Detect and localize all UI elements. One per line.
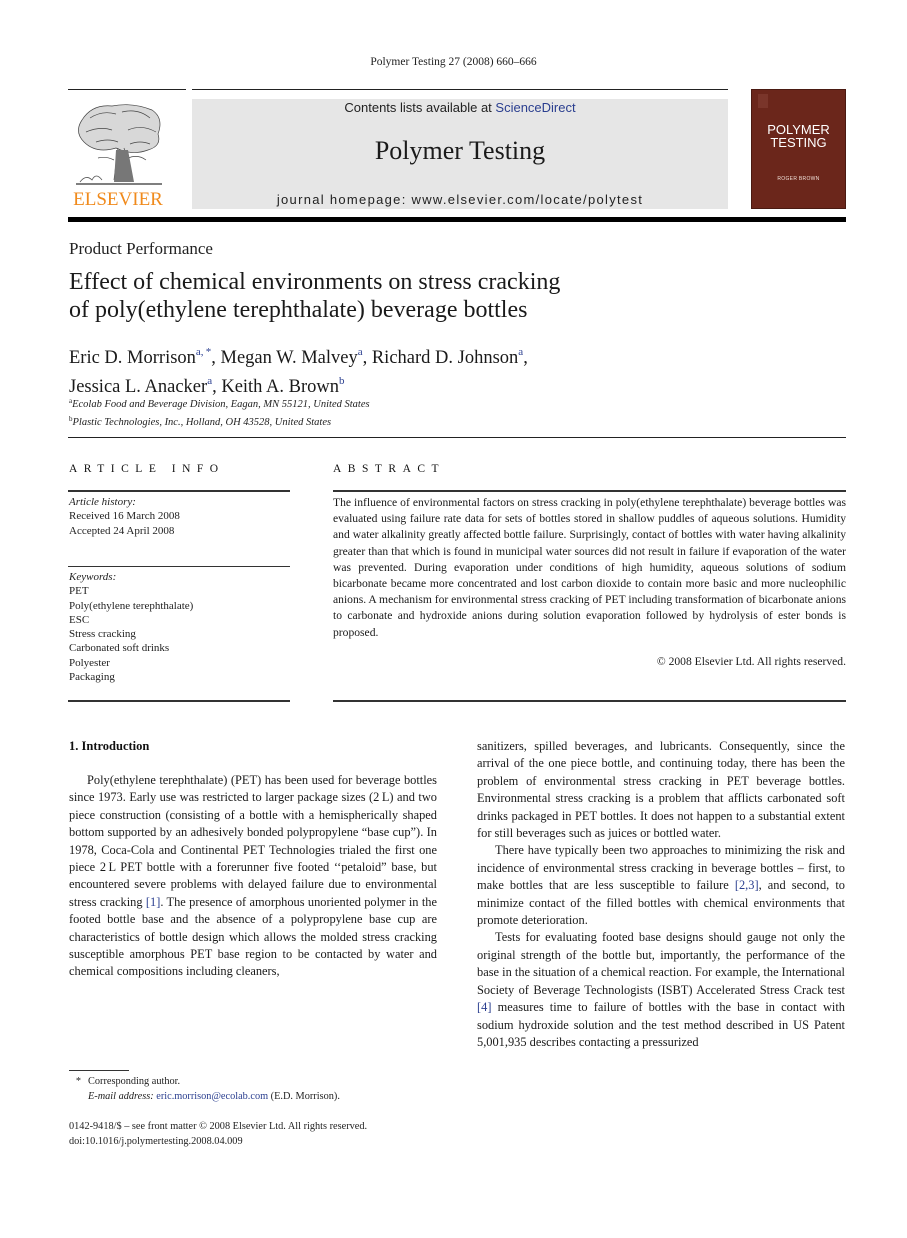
affiliations: aEcolab Food and Beverage Division, Eaga… [69, 394, 769, 430]
email-link[interactable]: eric.morrison@ecolab.com [156, 1091, 268, 1102]
doi-link[interactable]: doi:10.1016/j.polymertesting.2008.04.009 [69, 1134, 489, 1149]
contents-prefix: Contents lists available at [344, 100, 496, 115]
author-name[interactable]: Eric D. Morrison [69, 348, 196, 368]
publisher-name: ELSEVIER [73, 189, 163, 210]
author-sep: , [211, 348, 221, 368]
author-affil-mark[interactable]: a, * [196, 346, 211, 358]
affiliation-text: Plastic Technologies, Inc., Holland, OH … [72, 417, 332, 428]
issn-doi-block: 0142-9418/$ – see front matter © 2008 El… [69, 1119, 489, 1149]
paragraph-text: mea­sures time to failure of bottles wit… [477, 1000, 845, 1049]
sciencedirect-link[interactable]: ScienceDirect [495, 100, 575, 115]
elsevier-logo[interactable]: ELSEVIER [68, 97, 168, 212]
citation-link[interactable]: [4] [477, 1000, 491, 1014]
elsevier-tree-icon [76, 104, 162, 185]
cover-title-line2: TESTING [770, 135, 827, 150]
header-thick-rule [68, 217, 846, 222]
divider [333, 700, 846, 702]
author-sep: , [362, 348, 372, 368]
journal-citation: Polymer Testing 27 (2008) 660–666 [370, 56, 537, 68]
author-sep: , [523, 348, 528, 368]
email-label: E-mail address: [88, 1091, 154, 1102]
keywords-block: Keywords: PET Poly(ethylene terephthalate… [69, 570, 289, 684]
article-title-line1: Effect of chemical environments on stres… [69, 269, 561, 295]
header-rule [192, 89, 728, 90]
keyword-item: Packaging [69, 671, 115, 684]
divider [68, 437, 846, 438]
journal-cover-thumbnail[interactable]: POLYMER TESTING ROGER BROWN [751, 89, 846, 209]
body-paragraph: sanitizers, spilled beverages, and lubri… [477, 739, 845, 841]
article-info-heading: ARTICLE INFO [69, 463, 225, 475]
body-column-left: Poly(ethylene terephthalate) (PET) has b… [69, 772, 437, 981]
keywords-list: PET Poly(ethylene terephthalate) ESC Stress… [69, 584, 289, 684]
email-suffix: (E.D. Morrison). [268, 1091, 340, 1102]
body-paragraph: There have typically been two approaches… [477, 842, 845, 929]
body-paragraph: Poly(ethylene terephthalate) (PET) has b… [69, 772, 437, 981]
keyword-item: PET [69, 585, 89, 598]
article-history: Article history: Received 16 March 2008 … [69, 495, 289, 538]
accepted-date: Accepted 24 April 2008 [69, 524, 175, 537]
footnote-text: Corresponding author. [88, 1076, 181, 1087]
paragraph-text: Tests for evaluating footed base designs… [477, 930, 845, 997]
body-paragraph: Tests for evaluating footed base designs… [477, 929, 845, 1051]
contents-line: Contents lists available at ScienceDirec… [192, 100, 728, 115]
cover-emblem-icon [758, 94, 768, 108]
article-title: Effect of chemical environments on stres… [69, 268, 769, 324]
abstract-heading: ABSTRACT [333, 463, 446, 475]
divider [68, 700, 290, 702]
received-date: Received 16 March 2008 [69, 510, 180, 523]
citation-link[interactable]: [1] [146, 895, 160, 909]
footnote-rule [69, 1070, 129, 1071]
section-heading-introduction: 1. Introduction [69, 739, 150, 753]
affiliation: aEcolab Food and Beverage Division, Eaga… [69, 394, 769, 412]
history-label: Article history: [69, 496, 136, 508]
body-column-right: sanitizers, spilled beverages, and lubri… [477, 738, 845, 1051]
journal-homepage-link[interactable]: journal homepage: www.elsevier.com/locat… [192, 192, 728, 207]
divider [333, 490, 846, 492]
cover-title: POLYMER TESTING [752, 123, 845, 149]
abstract-text: The influence of environmental factors o… [333, 496, 847, 639]
article-title-line2: of poly(ethylene terephthalate) beverage… [69, 297, 528, 323]
author-name[interactable]: Richard D. Johnson [372, 348, 518, 368]
author-name[interactable]: Megan W. Malvey [221, 348, 358, 368]
keywords-label: Keywords: [69, 571, 117, 583]
keyword-item: ESC [69, 613, 90, 626]
divider [68, 566, 290, 567]
author-affil-mark[interactable]: b [339, 375, 345, 387]
keyword-item: Stress cracking [69, 628, 136, 641]
article-section: Product Performance [69, 239, 213, 258]
cover-editor: ROGER BROWN [777, 176, 820, 182]
affiliation: bPlastic Technologies, Inc., Holland, OH… [69, 412, 769, 430]
affiliation-text: Ecolab Food and Beverage Division, Eagan… [72, 399, 370, 410]
keyword-item: Carbonated soft drinks [69, 642, 170, 655]
citation-link[interactable]: [2,3] [735, 878, 759, 892]
corresponding-author-footnote: * Corresponding author. E-mail address: e… [69, 1074, 469, 1104]
paragraph-text: Poly(ethylene terephthalate) (PET) has b… [69, 773, 437, 909]
journal-name: Polymer Testing [374, 136, 546, 165]
footnote-star: * [75, 1076, 82, 1087]
keyword-item: Polyester [69, 656, 110, 669]
keyword-item: Poly(ethylene terephthalate) [69, 599, 194, 612]
header-rule-left [68, 89, 186, 90]
author-list: Eric D. Morrisona, *, Megan W. Malveya, … [69, 341, 769, 399]
issn-line: 0142-9418/$ – see front matter © 2008 El… [69, 1121, 368, 1132]
divider [68, 490, 290, 492]
abstract-copyright: © 2008 Elsevier Ltd. All rights reserved… [656, 655, 846, 668]
